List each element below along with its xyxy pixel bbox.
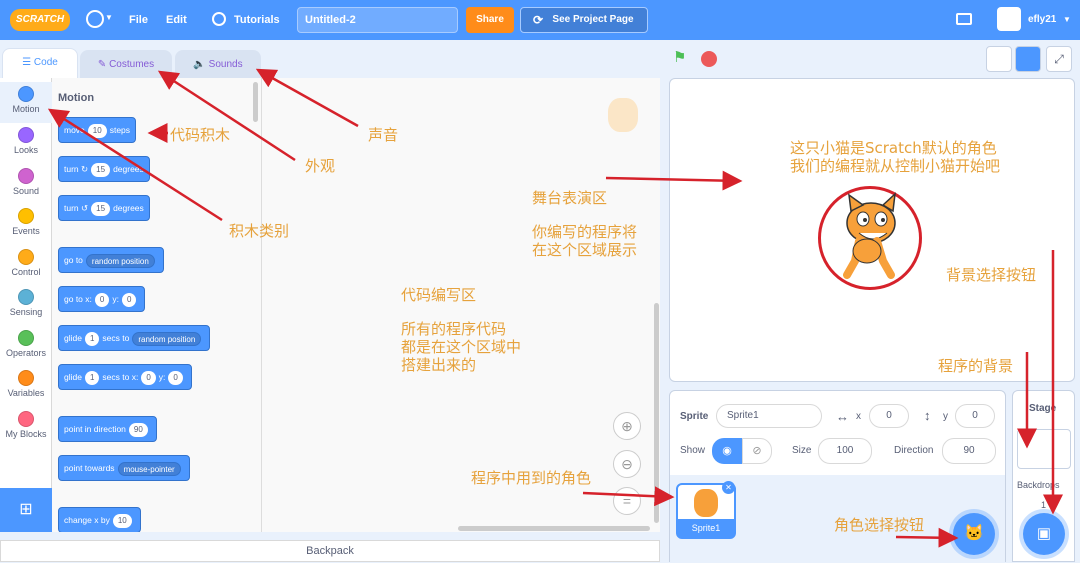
annotation-arrows bbox=[47, 68, 1063, 548]
arrow-stage bbox=[605, 170, 743, 191]
arrow-categories bbox=[47, 108, 223, 222]
arrow-costumes bbox=[157, 70, 296, 162]
arrow-sounds bbox=[255, 68, 359, 128]
arrow-sprite-button bbox=[895, 527, 959, 548]
arrow-sprites bbox=[582, 486, 675, 507]
